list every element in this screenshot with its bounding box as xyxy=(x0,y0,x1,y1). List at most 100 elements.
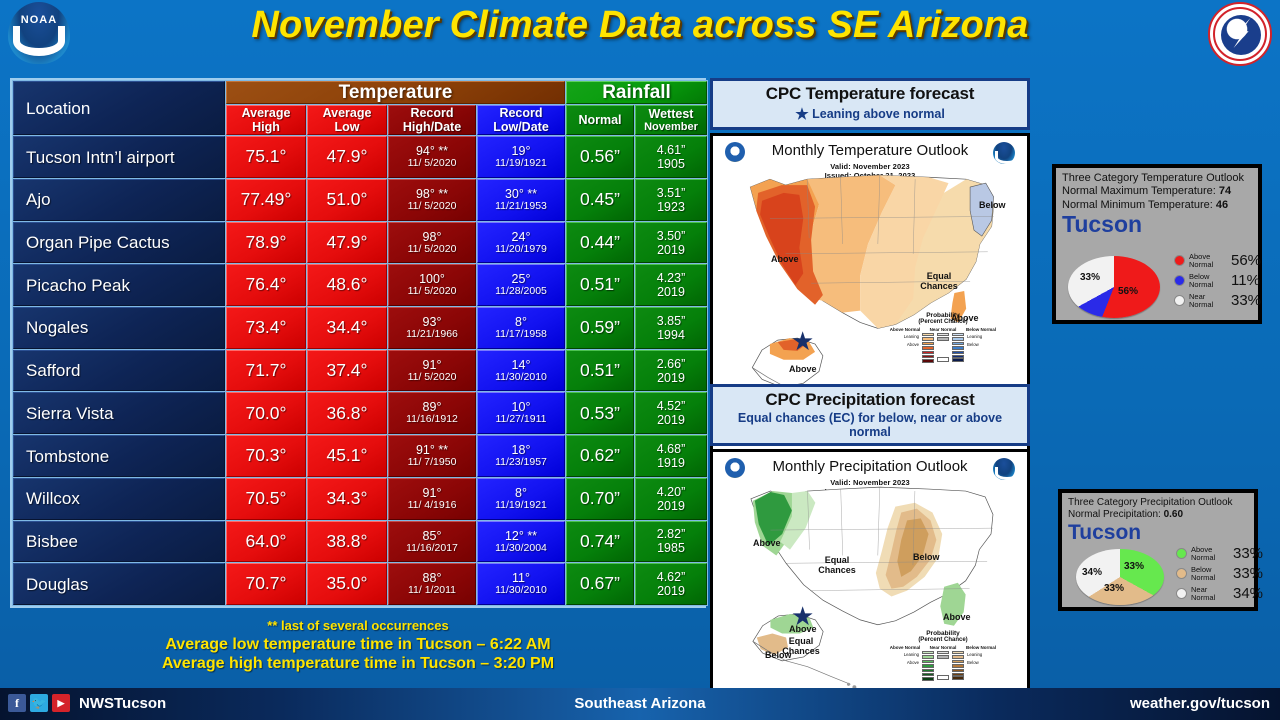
legend-col-above-precip: Above Normal xyxy=(889,645,921,650)
average-low-value: 34.3° xyxy=(326,487,368,508)
cell-record-low: 24° 11/20/1979 xyxy=(477,221,565,264)
record-low-value: 30° ** xyxy=(504,186,538,201)
location-name: Nogales xyxy=(26,318,89,338)
cell-normal-rainfall: 0.74” xyxy=(566,520,634,563)
normal-min-temperature-row: Normal Minimum Temperature: 46 xyxy=(1056,199,1258,212)
nws-inner-circle xyxy=(1221,15,1261,55)
cell-normal-rainfall: 0.44” xyxy=(566,221,634,264)
cell-record-low: 19° 11/19/1921 xyxy=(477,136,565,178)
cell-wettest-november: 3.85” 1994 xyxy=(635,307,707,349)
normal-max-temperature-row: Normal Maximum Temperature: 74 xyxy=(1056,185,1258,198)
average-high-value: 78.9° xyxy=(245,231,287,252)
average-high-value: 75.1° xyxy=(245,146,287,167)
precipitation-outlook-title: Three Category Precipitation Outlook xyxy=(1068,497,1233,508)
footer-url[interactable]: weather.gov/tucson xyxy=(1130,695,1270,712)
cell-wettest-november: 2.82” 1985 xyxy=(635,520,707,563)
cell-average-high: 77.49° xyxy=(226,178,306,221)
average-high-value: 77.49° xyxy=(240,189,292,210)
page-header: NOAA November Climate Data across SE Ari… xyxy=(0,0,1280,68)
average-low-value: 38.8° xyxy=(326,530,368,551)
legend-col-below: Below Normal xyxy=(965,327,996,332)
table-group-header-row: Location Temperature Rainfall xyxy=(13,81,707,136)
normal-rainfall-value: 0.62” xyxy=(580,445,620,466)
header-record-high-l1: Record xyxy=(410,106,454,121)
normal-rainfall-value: 0.53” xyxy=(580,402,620,423)
record-low-value: 14° xyxy=(511,357,531,372)
normal-max-value: 74 xyxy=(1218,185,1232,198)
cell-normal-rainfall: 0.45” xyxy=(566,178,634,221)
legend-leaning-below: Leaning Below xyxy=(967,334,983,348)
map-label-above-west: Above xyxy=(771,254,799,264)
map-label-above-nw: Above xyxy=(753,538,781,548)
record-high-value: 89° xyxy=(422,400,442,415)
record-high-value: 100° xyxy=(419,272,445,287)
cell-record-high: 85° 11/16/2017 xyxy=(388,520,476,563)
climate-table-body: Tucson Intn’l airport 75.1° 47.9° 94° ** 11/… xyxy=(13,136,707,605)
average-high-value: 70.7° xyxy=(245,573,287,594)
cell-average-low: 34.3° xyxy=(307,477,387,520)
cpc-precipitation-legend: Probability (Percent Chance) Above Norma… xyxy=(863,630,1023,681)
average-low-value: 35.0° xyxy=(326,573,368,594)
legend-subtitle: (Percent Chance) xyxy=(918,319,968,325)
nws-logo xyxy=(1208,2,1272,66)
temperature-legend-pct: 56% xyxy=(1231,252,1262,269)
header-wettest-l1: Wettest xyxy=(648,107,694,122)
location-name: Tombstone xyxy=(26,446,110,466)
location-name: Safford xyxy=(26,361,81,381)
record-high-value: 88° xyxy=(422,571,442,586)
temperature-pie-legend: Above Normal 56% Below Normal 11% Near Normal 33… xyxy=(1174,252,1261,312)
table-row: Organ Pipe Cactus 78.9° 47.9° 98° 11/ 5/2020… xyxy=(13,221,707,264)
map-label-above-se: Above xyxy=(943,612,971,622)
record-high-value: 91° xyxy=(422,485,442,500)
location-name: Douglas xyxy=(26,574,89,594)
wettest-year: 2019 xyxy=(657,285,685,300)
cell-location: Tombstone xyxy=(13,435,225,477)
precipitation-legend-swatch xyxy=(1176,568,1187,579)
legend-title-precip: Probability xyxy=(926,630,960,637)
temperature-legend-swatch xyxy=(1174,275,1185,286)
normal-rainfall-value: 0.59” xyxy=(580,317,620,338)
record-low-date: 11/19/1921 xyxy=(495,157,547,170)
wettest-value: 3.51” xyxy=(656,185,686,200)
wettest-year: 1905 xyxy=(657,157,685,172)
cell-wettest-november: 4.61” 1905 xyxy=(635,136,707,178)
cell-record-high: 98° ** 11/ 5/2020 xyxy=(388,178,476,221)
cell-record-low: 8° 11/17/1958 xyxy=(477,307,565,349)
average-low-value: 47.9° xyxy=(326,231,368,252)
record-high-value: 93° xyxy=(422,315,442,330)
table-row: Willcox 70.5° 34.3° 91° 11/ 4/1916 8° 11/19/19… xyxy=(13,477,707,520)
precip-slice-below-label: 33% xyxy=(1104,583,1125,594)
cell-average-high: 70.3° xyxy=(226,435,306,477)
cell-record-high: 100° 11/ 5/2020 xyxy=(388,264,476,307)
wettest-value: 2.66” xyxy=(656,356,686,371)
normal-precipitation-row: Normal Precipitation: 0.60 xyxy=(1062,509,1254,521)
wettest-year: 2019 xyxy=(657,413,685,428)
normal-rainfall-value: 0.74” xyxy=(580,530,620,551)
cell-wettest-november: 4.68” 1919 xyxy=(635,435,707,477)
precipitation-legend-pct: 33% xyxy=(1233,545,1264,562)
average-low-value: 45.1° xyxy=(326,445,368,466)
legend-leaning-above: Leaning Above xyxy=(903,334,919,348)
temperature-legend-pct: 11% xyxy=(1231,272,1260,289)
cell-wettest-november: 4.20” 2019 xyxy=(635,477,707,520)
table-row: Tucson Intn’l airport 75.1° 47.9° 94° ** 11/… xyxy=(13,136,707,178)
record-low-value: 25° xyxy=(511,272,531,287)
cell-average-low: 37.4° xyxy=(307,349,387,392)
precipitation-legend-name: Below Normal xyxy=(1191,564,1216,582)
normal-precip-label: Normal Precipitation: xyxy=(1068,509,1161,521)
cell-record-low: 10° 11/27/1911 xyxy=(477,392,565,435)
location-name: Tucson Intn’l airport xyxy=(26,147,175,167)
legend-col-above: Above Normal xyxy=(889,327,921,332)
precip-slice-above-label: 33% xyxy=(1124,561,1145,572)
wettest-value: 4.61” xyxy=(656,143,686,158)
map-label-below-mw: Below xyxy=(913,552,940,562)
record-high-date: 11/ 5/2020 xyxy=(407,157,457,170)
cell-average-high: 70.7° xyxy=(226,563,306,605)
wettest-value: 4.68” xyxy=(656,442,686,457)
header-avg-low: Average Low xyxy=(307,105,387,136)
map-label-equal-chances-precip: Equal Chances xyxy=(818,555,856,575)
legend-subtitle-precip: (Percent Chance) xyxy=(918,637,968,643)
precipitation-legend-row: Near Normal 34% xyxy=(1176,585,1263,602)
cell-normal-rainfall: 0.51” xyxy=(566,349,634,392)
table-row: Safford 71.7° 37.4° 91° 11/ 5/2020 14° 11/30/2… xyxy=(13,349,707,392)
